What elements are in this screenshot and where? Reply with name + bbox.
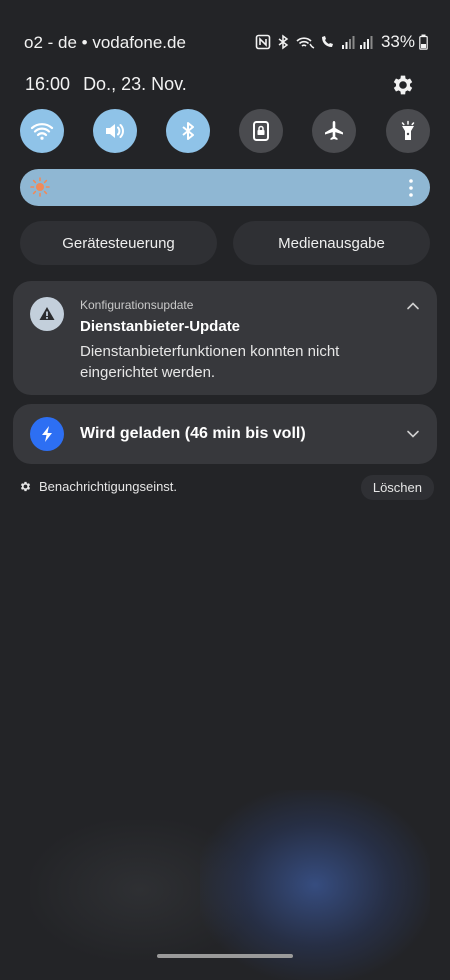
background-glow-blue	[200, 790, 430, 980]
bluetooth-icon	[182, 122, 194, 140]
clear-all-button[interactable]: Löschen	[360, 475, 434, 500]
volte-call-icon	[321, 36, 333, 47]
clock: 16:00	[25, 74, 71, 94]
media-output-button[interactable]: Medienausgabe	[233, 221, 430, 265]
battery-icon	[419, 34, 428, 50]
portrait-lock-toggle[interactable]	[239, 109, 283, 153]
battery-percent: 33%	[380, 32, 415, 51]
quick-toggles	[20, 109, 430, 155]
notification-title: Wird geladen (46 min bis voll)	[80, 425, 306, 442]
home-indicator[interactable]	[157, 954, 293, 958]
notification-settings-label: Benachrichtigungseinst.	[39, 479, 178, 494]
charging-bolt-icon	[30, 417, 64, 451]
notification-settings-link[interactable]: Benachrichtigungseinst.	[19, 479, 177, 494]
notification-app-name: Konfigurationsupdate	[80, 298, 194, 312]
flashlight-icon	[401, 120, 415, 140]
signal-icon	[359, 36, 373, 49]
bluetooth-icon	[278, 34, 289, 50]
volume-icon	[106, 124, 124, 138]
status-icons: 33%	[255, 32, 428, 52]
notification-config-update[interactable]: Konfigurationsupdate Dienstanbieter-Upda…	[13, 281, 437, 395]
signal-icon	[341, 36, 355, 49]
brightness-sun-icon	[30, 177, 50, 197]
notification-charging[interactable]: Wird geladen (46 min bis voll)	[13, 404, 437, 464]
notification-text: Dienstanbieterfunktionen konnten nicht e…	[80, 343, 340, 381]
carrier-label: o2 - de • vodafone.de	[24, 33, 186, 52]
airplane-icon	[325, 121, 343, 140]
airplane-mode-toggle[interactable]	[312, 109, 356, 153]
bluetooth-toggle[interactable]	[166, 109, 210, 153]
settings-gear-icon[interactable]	[390, 72, 416, 98]
warning-icon	[30, 297, 64, 331]
wifi-call-icon	[296, 37, 315, 49]
more-options-icon[interactable]	[408, 178, 414, 198]
brightness-slider[interactable]	[20, 169, 430, 206]
portrait-lock-icon	[253, 121, 269, 141]
notification-title: Dienstanbieter-Update	[80, 318, 241, 335]
time-date: 16:00 Do., 23. Nov.	[25, 74, 195, 95]
device-control-button[interactable]: Gerätesteuerung	[20, 221, 217, 265]
sound-toggle[interactable]	[93, 109, 137, 153]
gear-icon	[20, 481, 31, 492]
chevron-up-icon[interactable]	[406, 299, 420, 313]
background-glow-gray	[30, 820, 250, 960]
flashlight-toggle[interactable]	[386, 109, 430, 153]
date: Do., 23. Nov.	[83, 74, 187, 94]
wifi-toggle[interactable]	[20, 109, 64, 153]
wifi-icon	[30, 123, 54, 140]
nfc-icon	[255, 34, 271, 50]
status-bar: o2 - de • vodafone.de 33%	[0, 0, 450, 80]
chevron-down-icon[interactable]	[406, 427, 420, 441]
